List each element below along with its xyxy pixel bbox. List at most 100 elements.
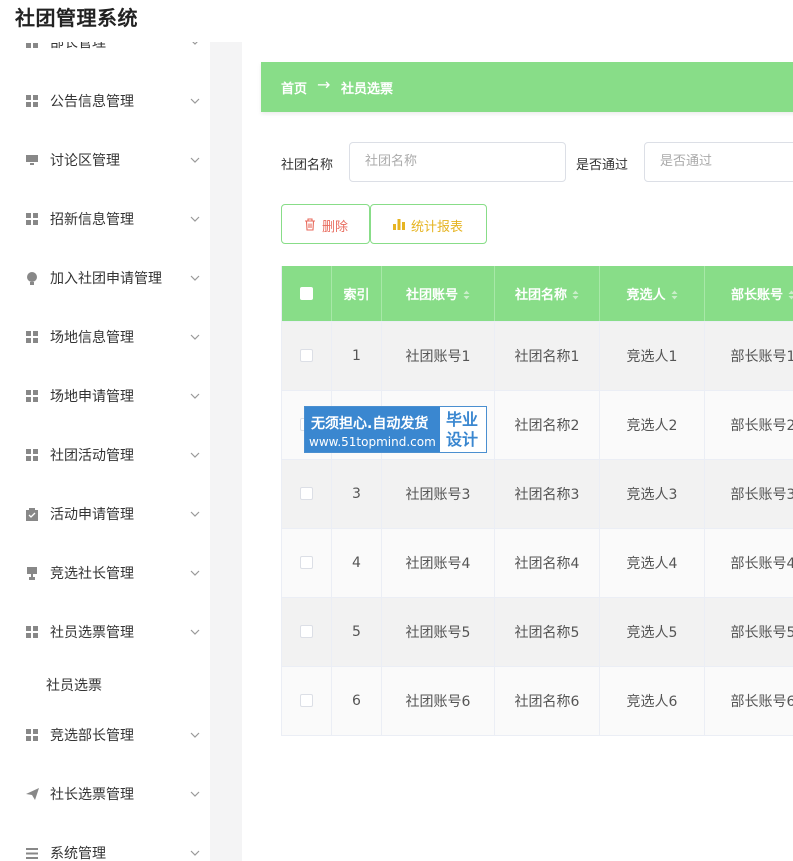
chevron-down-icon: [189, 626, 201, 638]
sidebar-item-venue-apply[interactable]: 场地申请管理: [0, 376, 210, 416]
table-cell: 6: [331, 666, 382, 736]
sidebar-item-minister-election[interactable]: 竞选部长管理: [0, 715, 210, 755]
sidebar-item-label: 活动申请管理: [50, 507, 134, 523]
bulb-icon: [25, 271, 39, 285]
watermark-banner: 无须担心.自动发货 www.51topmind.com: [305, 407, 440, 452]
sidebar-item-label: 场地申请管理: [50, 389, 134, 405]
grid-icon: [25, 389, 39, 403]
sidebar-item-recruit[interactable]: 招新信息管理: [0, 199, 210, 239]
sidebar-item-label: 竞选社长管理: [50, 566, 134, 582]
breadcrumb-home[interactable]: 首页: [281, 78, 307, 97]
table-row[interactable]: 3 社团账号3 社团名称3 竞选人3 部长账号3: [281, 459, 793, 529]
sidebar-item-join-apply[interactable]: 加入社团申请管理: [0, 258, 210, 298]
table-cell: 竞选人4: [599, 528, 705, 598]
chevron-down-icon: [189, 508, 201, 520]
table-cell: 社团账号5: [381, 597, 495, 667]
watermark-overlay: 无须担心.自动发货 www.51topmind.com 毕业设计: [304, 406, 487, 453]
report-button[interactable]: 统计报表: [370, 204, 487, 244]
table-cell: 社团账号1: [381, 321, 495, 391]
table-row[interactable]: 1 社团账号1 社团名称1 竞选人1 部长账号1: [281, 321, 793, 391]
chevron-down-icon: [189, 449, 201, 461]
sidebar-item-label: 社长选票管理: [50, 787, 134, 803]
row-select-cell: [281, 597, 332, 667]
table-header-row: 索引 社团账号 社团名称 竞选人 部长账号: [281, 266, 793, 322]
send-icon: [25, 787, 39, 801]
watermark-badge: 毕业设计: [440, 407, 486, 452]
breadcrumb-separator: →: [317, 75, 331, 94]
table-cell: 部长账号4: [704, 528, 793, 598]
breadcrumb: 首页 → 社员选票: [261, 62, 793, 112]
club-name-label: 社团名称: [281, 158, 334, 173]
select-all-checkbox[interactable]: [300, 286, 313, 300]
submenu-item-member-vote[interactable]: 社员选票: [0, 666, 210, 702]
header-label: 社团名称: [514, 287, 567, 303]
row-select-cell: [281, 666, 332, 736]
delete-button[interactable]: 删除: [281, 204, 370, 244]
chevron-down-icon: [189, 567, 201, 579]
row-checkbox[interactable]: [300, 349, 313, 362]
table-cell: 竞选人1: [599, 321, 705, 391]
sidebar-item-president-vote[interactable]: 社长选票管理: [0, 774, 210, 814]
table-row[interactable]: 6 社团账号6 社团名称6 竞选人6 部长账号6: [281, 666, 793, 736]
sort-icon[interactable]: [463, 290, 470, 300]
header-label: 竞选人: [626, 287, 666, 303]
delete-button-label: 删除: [322, 220, 349, 235]
column-header-club-name[interactable]: 社团名称: [494, 266, 600, 322]
club-name-input[interactable]: 社团名称: [349, 142, 566, 182]
row-checkbox[interactable]: [300, 625, 313, 638]
sidebar-item-member-vote[interactable]: 社员选票管理: [0, 612, 210, 652]
row-select-cell: [281, 459, 332, 529]
table-cell: 社团账号4: [381, 528, 495, 598]
sidebar-item-label: 竞选部长管理: [50, 728, 134, 744]
passed-input[interactable]: 是否通过: [644, 142, 793, 182]
column-header-index: 索引: [331, 266, 382, 322]
sidebar-item-label: 讨论区管理: [50, 153, 120, 169]
sidebar-item-announcement[interactable]: 公告信息管理: [0, 81, 210, 121]
sidebar-item-venue[interactable]: 场地信息管理: [0, 317, 210, 357]
passed-label: 是否通过: [576, 158, 629, 173]
grid-icon: [25, 212, 39, 226]
table-cell: 社团名称2: [494, 390, 600, 460]
row-checkbox[interactable]: [300, 487, 313, 500]
sidebar-item-system[interactable]: 系统管理: [0, 833, 210, 861]
sidebar-item-label: 公告信息管理: [50, 94, 134, 110]
table-cell: 3: [331, 459, 382, 529]
table-cell: 1: [331, 321, 382, 391]
sort-icon[interactable]: [572, 290, 579, 300]
sort-icon[interactable]: [788, 290, 793, 300]
table-row[interactable]: 5 社团账号5 社团名称5 竞选人5 部长账号5: [281, 597, 793, 667]
sidebar-item-club-activity[interactable]: 社团活动管理: [0, 435, 210, 475]
grid-icon: [25, 94, 39, 108]
sidebar-item-activity-apply[interactable]: 活动申请管理: [0, 494, 210, 534]
column-header-candidate[interactable]: 竞选人: [599, 266, 705, 322]
row-checkbox[interactable]: [300, 694, 313, 707]
sidebar-item-label: 招新信息管理: [50, 212, 134, 228]
row-checkbox[interactable]: [300, 556, 313, 569]
row-select-cell: [281, 321, 332, 391]
grid-icon: [25, 448, 39, 462]
chevron-down-icon: [189, 788, 201, 800]
sidebar-item-label: 社员选票管理: [50, 625, 134, 641]
table-cell: 社团名称6: [494, 666, 600, 736]
column-header-minister-account[interactable]: 部长账号: [704, 266, 793, 322]
report-button-label: 统计报表: [411, 220, 464, 235]
breadcrumb-current: 社员选票: [341, 82, 394, 97]
table-cell: 竞选人6: [599, 666, 705, 736]
table-cell: 部长账号1: [704, 321, 793, 391]
table-cell: 社团账号6: [381, 666, 495, 736]
grid-icon: [25, 728, 39, 742]
sidebar-item-forum[interactable]: 讨论区管理: [0, 140, 210, 180]
table-cell: 5: [331, 597, 382, 667]
chevron-down-icon: [189, 213, 201, 225]
table-row[interactable]: 4 社团账号4 社团名称4 竞选人4 部长账号4: [281, 528, 793, 598]
sidebar-item-label: 系统管理: [50, 846, 106, 861]
sidebar-item-president-election[interactable]: 竞选社长管理: [0, 553, 210, 593]
bar-chart-icon: [393, 218, 405, 231]
trash-icon: [304, 218, 316, 231]
sort-icon[interactable]: [671, 290, 678, 300]
column-header-club-account[interactable]: 社团账号: [381, 266, 495, 322]
watermark-url: www.51topmind.com: [309, 435, 436, 449]
table-cell: 4: [331, 528, 382, 598]
table-cell: 竞选人2: [599, 390, 705, 460]
chevron-down-icon: [189, 331, 201, 343]
